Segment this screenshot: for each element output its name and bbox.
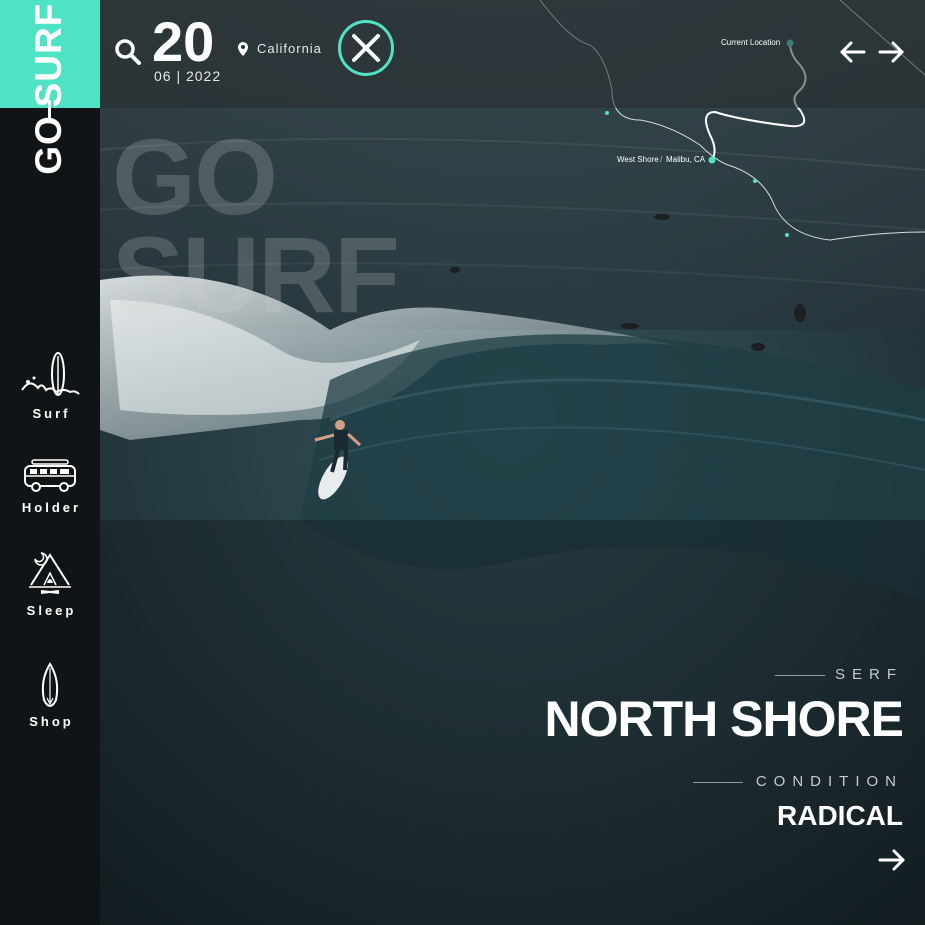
search-icon[interactable] (114, 38, 142, 66)
sidebar-item-surf[interactable]: Surf (0, 352, 100, 421)
tent-icon (29, 552, 71, 594)
condition-kicker-text: CONDITION (755, 773, 903, 790)
date-day: 20 (152, 10, 215, 73)
top-bar (100, 0, 925, 108)
surf-app-screen: SURF GO Surf Holder Sleep Shop 20 06 | 2… (0, 0, 925, 925)
sidebar-item-shop[interactable]: Shop (0, 662, 100, 729)
sidebar-item-label: Holder (21, 500, 82, 515)
watermark-line-go: GO (112, 116, 278, 237)
sidebar-item-label: Surf (32, 406, 71, 421)
map-label-separator: / (660, 155, 663, 164)
kicker-line-condition (693, 782, 743, 783)
map-label-malibu: Malibu, CA (666, 155, 706, 164)
next-arrow-icon[interactable] (877, 846, 907, 874)
close-icon (352, 34, 380, 62)
map-label-west-shore: West Shore (617, 155, 659, 164)
map-label-current-location: Current Location (721, 38, 781, 47)
spot-kicker: SERF (835, 666, 903, 684)
watermark-text: GO SURF (112, 116, 400, 335)
date-month-year: 06 | 2022 (154, 68, 222, 84)
arrow-left-icon[interactable] (838, 38, 866, 66)
spot-kicker-text: SERF (834, 666, 903, 683)
close-button[interactable] (338, 20, 394, 76)
spot-name: NORTH SHORE (544, 691, 904, 747)
brand-logo[interactable]: SURF (0, 0, 100, 108)
location-pin-icon (238, 42, 248, 56)
surfboard-icon (41, 662, 59, 708)
condition-value: RADICAL (777, 800, 903, 831)
van-icon (24, 459, 76, 492)
kicker-line-serf (775, 675, 825, 676)
location-label[interactable]: California (257, 41, 322, 56)
watermark-line-surf: SURF (112, 214, 400, 335)
sidebar-item-holder[interactable]: Holder (0, 458, 100, 515)
sidebar-item-label: Sleep (26, 603, 77, 618)
sidebar: SURF GO Surf Holder Sleep Shop (0, 0, 100, 925)
condition-kicker: CONDITION (756, 773, 903, 791)
brand-word-go: GO (28, 115, 69, 175)
surfboard-wave-icon (21, 352, 80, 396)
sidebar-item-label: Shop (29, 714, 74, 729)
brand-word-surf: SURF (28, 2, 69, 108)
arrow-right-icon[interactable] (878, 38, 906, 66)
sidebar-item-sleep[interactable]: Sleep (0, 551, 100, 618)
